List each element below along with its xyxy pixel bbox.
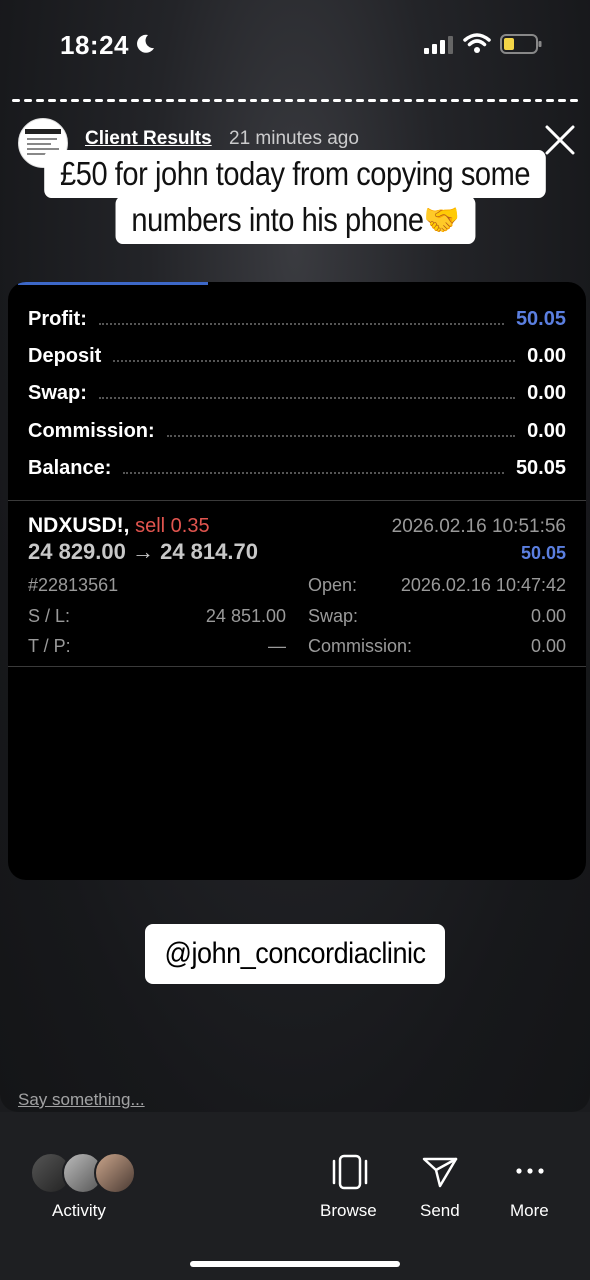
trade-close-time: 2026.02.16 10:51:56 bbox=[391, 516, 566, 537]
story-caption: £50 for john today from copying some num… bbox=[0, 150, 590, 244]
open-time: 2026.02.16 10:47:42 bbox=[400, 575, 566, 595]
trade-screenshot: Profit: 50.05 Deposit 0.00 Swap: 0.00 Commi… bbox=[8, 282, 586, 880]
swap-label: Swap: bbox=[308, 606, 359, 626]
story-timestamp: 21 minutes ago bbox=[229, 128, 359, 149]
panel-accent-bar bbox=[18, 282, 208, 285]
trade-ticket: #22813561 bbox=[28, 575, 119, 595]
summary-row-commission: Commission: 0.00 bbox=[28, 419, 566, 442]
summary-row-profit: Profit: 50.05 bbox=[28, 307, 566, 330]
activity-avatars[interactable] bbox=[30, 1152, 140, 1194]
swap-value: 0.00 bbox=[530, 606, 566, 626]
commission-value: 0.00 bbox=[530, 636, 566, 656]
divider bbox=[8, 500, 586, 501]
trade-prices: 24 829.00 → 24 814.70 bbox=[28, 539, 258, 564]
send-icon[interactable] bbox=[421, 1155, 459, 1189]
browse-button[interactable]: Browse bbox=[320, 1201, 377, 1221]
sl-label: S / L: bbox=[28, 606, 71, 626]
trade-symbol: NDXUSD!, sell 0.35 bbox=[28, 514, 210, 537]
open-label: Open: bbox=[308, 575, 358, 595]
summary-row-deposit: Deposit 0.00 bbox=[28, 344, 566, 367]
viewer-avatar bbox=[94, 1152, 136, 1194]
reply-input[interactable]: Say something... bbox=[18, 1090, 145, 1110]
bottom-action-bar bbox=[0, 1112, 590, 1280]
tp-value: — bbox=[268, 636, 286, 656]
more-icon[interactable] bbox=[515, 1166, 545, 1176]
summary-row-swap: Swap: 0.00 bbox=[28, 381, 566, 404]
story-username[interactable]: Client Results bbox=[85, 128, 212, 150]
caption-line-2: numbers into his phone🤝 bbox=[115, 196, 475, 244]
cellular-signal-icon bbox=[424, 36, 453, 54]
activity-button[interactable]: Activity bbox=[52, 1201, 106, 1221]
battery-icon bbox=[500, 34, 542, 54]
mention-sticker[interactable]: @john_concordiaclinic bbox=[145, 924, 445, 984]
status-time: 18:24 bbox=[60, 30, 129, 60]
more-button[interactable]: More bbox=[510, 1201, 549, 1221]
trade-side: sell 0.35 bbox=[135, 515, 210, 537]
send-button[interactable]: Send bbox=[420, 1201, 460, 1221]
summary-row-balance: Balance: 50.05 bbox=[28, 456, 566, 479]
divider bbox=[8, 666, 586, 667]
caption-line-1: £50 for john today from copying some bbox=[44, 150, 546, 198]
tp-label: T / P: bbox=[28, 636, 71, 656]
sl-value: 24 851.00 bbox=[205, 606, 286, 626]
commission-label: Commission: bbox=[308, 636, 413, 656]
home-indicator[interactable] bbox=[190, 1261, 400, 1267]
story-progress bbox=[12, 99, 578, 103]
wifi-icon bbox=[463, 33, 491, 53]
browse-icon[interactable] bbox=[331, 1154, 369, 1190]
trade-profit: 50.05 bbox=[520, 543, 566, 563]
focus-moon-icon bbox=[137, 34, 154, 53]
